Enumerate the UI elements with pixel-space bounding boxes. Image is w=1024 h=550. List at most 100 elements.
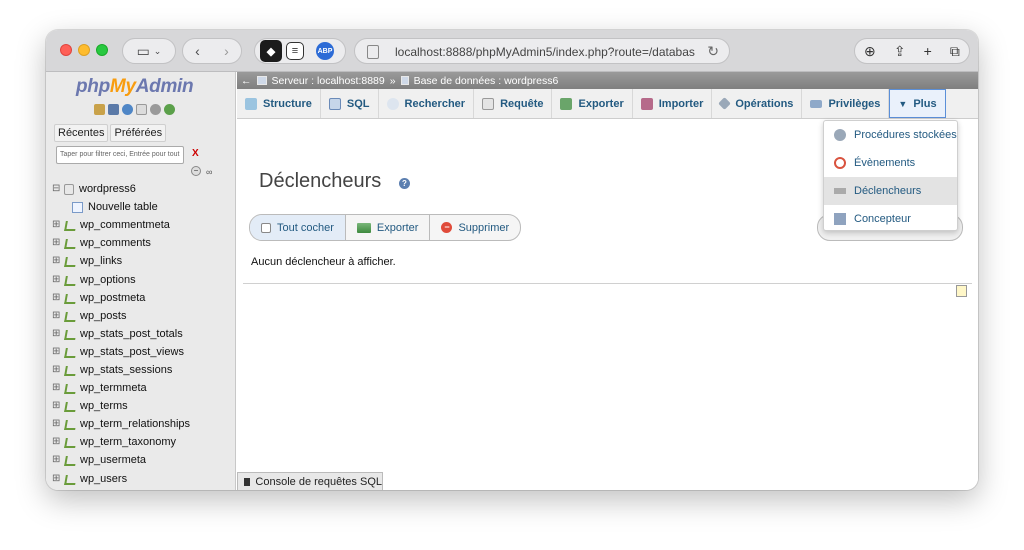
tree-table-wp-links[interactable]: ⊞ wp_links [52, 252, 235, 270]
expand-icon[interactable]: ⊞ [52, 328, 64, 339]
tab-search[interactable]: Rechercher [379, 89, 475, 118]
tab-privileges[interactable]: Privilèges [802, 89, 890, 118]
delete-button[interactable]: − Supprimer [430, 215, 520, 240]
tab-import[interactable]: Importer [633, 89, 713, 118]
tree-table-wp-users[interactable]: ⊞ wp_users [52, 470, 235, 488]
expand-icon[interactable]: ⊞ [52, 401, 64, 411]
reload-navigation-icon[interactable] [164, 104, 175, 115]
table-name[interactable]: wp_terms [80, 400, 128, 412]
expand-icon[interactable]: ⊞ [52, 455, 64, 465]
zoom-window-button[interactable] [96, 44, 108, 56]
tab-sql[interactable]: SQL [321, 89, 379, 118]
tab-operations[interactable]: Opérations [712, 89, 803, 118]
forward-icon[interactable]: › [224, 43, 229, 59]
tree-table-wp-commentmeta[interactable]: ⊞ wp_commentmeta [52, 216, 235, 234]
breadcrumb-server[interactable]: Serveur : localhost:8889 [272, 75, 385, 87]
expand-icon[interactable]: ⊞ [52, 220, 64, 230]
tree-database[interactable]: ⊟ wordpress6 [52, 180, 235, 198]
tree-table-wp-termmeta[interactable]: ⊞ wp_termmeta [52, 379, 235, 397]
table-name[interactable]: wp_commentmeta [80, 219, 170, 231]
collapse-icon[interactable]: ⊟ [52, 184, 64, 194]
help-icon[interactable] [122, 104, 133, 115]
bitwarden-icon[interactable]: ◆ [260, 40, 282, 62]
expand-icon[interactable]: ⊞ [52, 364, 64, 375]
clear-filter-icon[interactable]: X [192, 148, 199, 159]
expand-icon[interactable]: ⊞ [52, 292, 64, 303]
new-tab-icon[interactable]: + [924, 43, 932, 59]
expand-icon[interactable]: ⊞ [52, 473, 64, 484]
table-name[interactable]: wp_termmeta [80, 382, 147, 394]
tree-table-wp-options[interactable]: ⊞ wp_options [52, 270, 235, 288]
table-name[interactable]: wp_options [80, 274, 136, 286]
download-icon[interactable]: ⊕ [864, 43, 876, 60]
tree-table-wp-postmeta[interactable]: ⊞ wp_postmeta [52, 289, 235, 307]
close-window-button[interactable] [60, 44, 72, 56]
table-name[interactable]: wp_stats_post_totals [80, 328, 183, 340]
tabs-overview-icon[interactable]: ⧉ [950, 43, 960, 60]
adblock-icon[interactable]: ABP [316, 42, 334, 60]
tab-recent[interactable]: Récentes [54, 124, 109, 142]
tab-export[interactable]: Exporter [552, 89, 633, 118]
menu-item-designer[interactable]: Concepteur [824, 205, 957, 233]
note-icon[interactable] [956, 285, 967, 297]
sql-console-tab[interactable]: Console de requêtes SQL [237, 472, 383, 490]
collapse-all-icon[interactable]: − [191, 166, 201, 176]
expand-icon[interactable]: ⊞ [52, 274, 64, 285]
tree-table-wp-usermeta[interactable]: ⊞ wp_usermeta [52, 451, 235, 469]
documentation-icon[interactable] [136, 104, 147, 115]
tree-table-wp-stats-post-views[interactable]: ⊞ wp_stats_post_views [52, 343, 235, 361]
expand-icon[interactable]: ⊞ [52, 383, 64, 393]
table-name[interactable]: wp_stats_post_views [80, 346, 184, 358]
back-icon[interactable]: ‹ [195, 43, 200, 59]
tree-new-table[interactable]: Nouvelle table [52, 198, 235, 216]
table-name[interactable]: wp_posts [80, 310, 126, 322]
expand-icon[interactable]: ⊞ [52, 419, 64, 429]
table-name[interactable]: wp_postmeta [80, 292, 145, 304]
tree-table-wp-term-relationships[interactable]: ⊞ wp_term_relationships [52, 415, 235, 433]
tab-query[interactable]: Requête [474, 89, 553, 118]
minimize-window-button[interactable] [78, 44, 90, 56]
breadcrumb-database[interactable]: Base de données : wordpress6 [414, 75, 559, 87]
back-arrow-icon[interactable]: ← [241, 75, 252, 87]
sidebar-toggle-button[interactable]: ▭ ⌄ [122, 38, 176, 64]
reload-icon[interactable]: ↻ [707, 43, 719, 60]
tree-table-wp-stats-sessions[interactable]: ⊞ wp_stats_sessions [52, 361, 235, 379]
export-button[interactable]: Exporter [346, 215, 431, 240]
table-name[interactable]: wp_usermeta [80, 454, 146, 466]
menu-item-stored-procedures[interactable]: Procédures stockées [824, 121, 957, 149]
expand-icon[interactable]: ⊞ [52, 346, 64, 357]
help-icon[interactable]: ? [399, 178, 410, 189]
expand-icon[interactable]: ⊞ [52, 256, 64, 266]
table-name[interactable]: wp_links [80, 255, 122, 267]
database-name[interactable]: wordpress6 [79, 183, 136, 195]
tree-table-wp-comments[interactable]: ⊞ wp_comments [52, 234, 235, 252]
tree-table-wp-term-taxonomy[interactable]: ⊞ wp_term_taxonomy [52, 433, 235, 451]
expand-icon[interactable]: ⊞ [52, 238, 64, 248]
table-name[interactable]: wp_comments [80, 237, 151, 249]
new-table-label[interactable]: Nouvelle table [88, 201, 158, 213]
tab-favorites[interactable]: Préférées [110, 124, 167, 142]
navigation-filter-input[interactable]: Taper pour filtrer ceci, Entrée pour tou… [56, 146, 184, 164]
table-name[interactable]: wp_stats_sessions [80, 364, 172, 376]
address-bar[interactable]: localhost:8888/phpMyAdmin5/index.php?rou… [354, 38, 730, 64]
tree-table-wp-terms[interactable]: ⊞ wp_terms [52, 397, 235, 415]
table-name[interactable]: wp_term_relationships [80, 418, 190, 430]
tab-more[interactable]: ▼ Plus [889, 89, 946, 118]
tab-structure[interactable]: Structure [237, 89, 321, 118]
table-name[interactable]: wp_users [80, 473, 127, 485]
expand-icon[interactable]: ⊞ [52, 310, 64, 321]
share-icon[interactable]: ⇪ [894, 43, 906, 60]
phpmyadmin-logo[interactable]: phpMyAdmin [76, 76, 194, 98]
settings-icon[interactable] [150, 104, 161, 115]
menu-item-triggers[interactable]: Déclencheurs [824, 177, 957, 205]
home-icon[interactable] [94, 104, 105, 115]
expand-icon[interactable]: ⊞ [52, 437, 64, 447]
check-all-button[interactable]: Tout cocher [250, 215, 346, 240]
link-with-main-icon[interactable]: ∞ [206, 167, 212, 177]
menu-item-events[interactable]: Évènements [824, 149, 957, 177]
tree-table-wp-stats-post-totals[interactable]: ⊞ wp_stats_post_totals [52, 325, 235, 343]
logout-icon[interactable] [108, 104, 119, 115]
tree-table-wp-posts[interactable]: ⊞ wp_posts [52, 307, 235, 325]
reader-icon[interactable]: ≡ [286, 42, 304, 60]
table-name[interactable]: wp_term_taxonomy [80, 436, 176, 448]
